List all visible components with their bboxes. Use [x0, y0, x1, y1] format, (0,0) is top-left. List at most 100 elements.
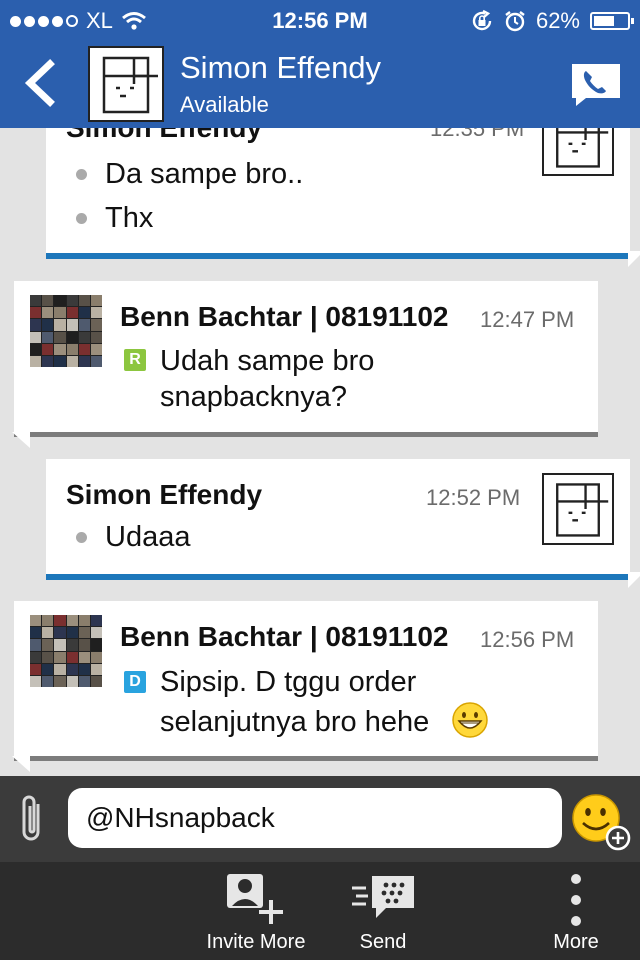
avatar-tile — [90, 355, 102, 367]
avatar-tile — [90, 615, 102, 627]
message-input[interactable] — [68, 788, 562, 848]
avatar-tile — [42, 343, 54, 355]
avatar-tile — [90, 675, 102, 687]
blank-avatar-icon — [556, 128, 609, 168]
grinning-face-emoji — [452, 702, 489, 738]
status-right: 62% — [470, 8, 634, 34]
avatar-tile — [54, 639, 66, 651]
bottom-toolbar: Invite More Send More — [0, 862, 640, 960]
message-text: Thx — [105, 202, 154, 234]
contact-status: Available — [180, 92, 269, 117]
compose-bar — [0, 776, 640, 862]
bullet-dot — [76, 169, 87, 180]
smiley-add-icon[interactable] — [570, 792, 632, 852]
avatar-tile — [42, 307, 54, 319]
avatar-tile — [90, 307, 102, 319]
bubble-tail — [628, 251, 640, 267]
sender-avatar[interactable] — [30, 615, 102, 687]
avatar-tile — [78, 651, 90, 663]
avatar-tile — [78, 331, 90, 343]
blank-avatar-icon — [102, 56, 158, 114]
avatar-tile — [54, 651, 66, 663]
sender-avatar[interactable] — [30, 295, 102, 367]
avatar-tile — [78, 675, 90, 687]
bubble-tail — [12, 432, 30, 448]
avatar-tile — [54, 675, 66, 687]
avatar-tile — [54, 331, 66, 343]
avatar-tile — [42, 319, 54, 331]
avatar-tile — [78, 639, 90, 651]
avatar-tile — [42, 615, 54, 627]
avatar-tile — [30, 319, 42, 331]
avatar-tile — [42, 355, 54, 367]
sender-name: Simon Effendy — [66, 479, 263, 510]
message-line: Sipsip. D tggu order — [160, 666, 417, 698]
avatar-tile — [78, 343, 90, 355]
avatar-tile — [54, 295, 66, 307]
send-button[interactable]: Send — [330, 862, 436, 960]
avatar-tile — [78, 615, 90, 627]
message-text: Sipsip. D tggu order selanjutnya bro heh… — [160, 663, 489, 741]
bullet-dot — [76, 532, 87, 543]
bbm-send-icon — [352, 876, 414, 918]
avatar-tile — [66, 663, 78, 675]
avatar-tile — [30, 675, 42, 687]
avatar-tile — [42, 675, 54, 687]
sender-avatar[interactable] — [542, 128, 614, 176]
message-bubble: Benn Bachtar | 08191102 12:47 PM R Udah … — [12, 281, 598, 448]
sender-avatar[interactable] — [542, 473, 614, 545]
contact-avatar[interactable] — [88, 46, 164, 122]
avatar-tile — [90, 627, 102, 639]
avatar-tile — [42, 639, 54, 651]
invite-more-button[interactable]: Invite More — [196, 862, 316, 960]
avatar-tile — [30, 627, 42, 639]
avatar-tile — [66, 295, 78, 307]
avatar-tile — [30, 331, 42, 343]
add-contact-icon — [227, 874, 283, 924]
avatar-tile — [66, 319, 78, 331]
bullet-dot — [76, 213, 87, 224]
message-bubble: Simon Effendy 12:35 PM Da sampe bro.. Th… — [46, 128, 640, 267]
message-line: snapbacknya? — [160, 381, 348, 413]
avatar-tile — [66, 627, 78, 639]
avatar-tile — [90, 319, 102, 331]
avatar-tile — [54, 307, 66, 319]
message-line: Da sampe bro.. — [76, 158, 303, 191]
message-bubble: Simon Effendy 12:52 PM Udaaa — [46, 459, 640, 588]
bubble-tail — [628, 572, 640, 588]
avatar-tile — [90, 331, 102, 343]
avatar-tile — [78, 355, 90, 367]
avatar-tile — [90, 639, 102, 651]
avatar-tile — [66, 639, 78, 651]
avatar-tile — [54, 627, 66, 639]
message-line: Udaaa — [76, 521, 190, 554]
avatar-tile — [78, 319, 90, 331]
rotation-lock-icon — [472, 9, 492, 31]
avatar-tile — [66, 307, 78, 319]
chevron-left-icon[interactable] — [20, 58, 60, 108]
message-list[interactable]: Simon Effendy 12:35 PM Da sampe bro.. Th… — [0, 128, 640, 776]
more-button[interactable]: More — [536, 862, 616, 960]
paperclip-icon[interactable] — [18, 792, 48, 844]
message-time: 12:52 PM — [426, 485, 521, 510]
avatar-tile — [42, 295, 54, 307]
avatar-tile — [42, 651, 54, 663]
message-time: 12:56 PM — [480, 627, 575, 652]
bubble-tail — [12, 756, 30, 772]
message-line: Udah sampe bro — [160, 345, 375, 377]
message-text: Udah sampe bro snapbacknya? — [160, 343, 374, 415]
avatar-tile — [42, 627, 54, 639]
avatar-tile — [30, 651, 42, 663]
avatar-tile — [54, 355, 66, 367]
delivered-status-icon: D — [124, 671, 146, 693]
contact-name: Simon Effendy — [180, 50, 382, 85]
avatar-tile — [42, 331, 54, 343]
avatar-tile — [90, 663, 102, 675]
blank-avatar-icon — [556, 483, 609, 537]
avatar-tile — [30, 343, 42, 355]
avatar-tile — [54, 663, 66, 675]
message-bubble: Benn Bachtar | 08191102 12:56 PM D Sipsi… — [12, 601, 598, 772]
chat-header: Simon Effendy Available — [0, 40, 640, 128]
phone-icon[interactable] — [570, 62, 622, 108]
message-line: Thx — [76, 202, 153, 235]
